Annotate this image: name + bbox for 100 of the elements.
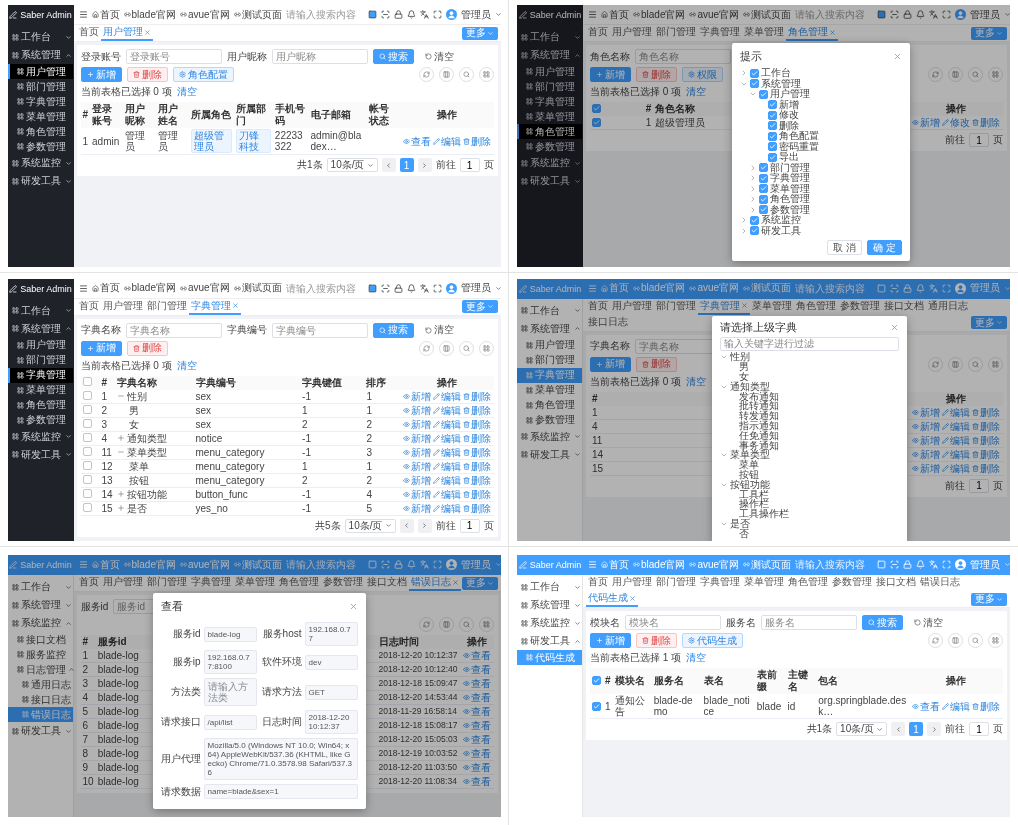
row-action-link[interactable]: 编辑 [432, 488, 461, 500]
nav-link[interactable]: 首页 [91, 281, 120, 295]
sidebar-item[interactable]: 角色管理 [517, 397, 582, 413]
tree-node[interactable]: 新增 [779, 99, 799, 110]
sidebar-item[interactable]: 参数管理 [517, 412, 582, 428]
sidebar-item[interactable]: 部门管理 [7, 79, 73, 94]
sidebar-item[interactable]: 参数管理 [517, 139, 582, 154]
nav-link[interactable]: 测试页面 [743, 7, 792, 22]
tree-node[interactable]: 角色管理 [770, 194, 810, 205]
delete-button[interactable]: 删除 [126, 67, 168, 82]
sidebar-item[interactable]: 系统监控 [7, 614, 73, 632]
nav-link[interactable]: avue官网 [689, 7, 740, 22]
tab[interactable]: 字典管理 [698, 575, 742, 591]
form-field[interactable]: Mozilla/5.0 (Windows NT 10.0; Win64; x64) AppleWebKit/537.36 (KHTML, like Gecko) Chrome/71.0.3578.98 Safari/537.36 [203, 738, 358, 780]
user-name[interactable]: 管理员 [970, 7, 1001, 22]
tab[interactable]: 错误日志 [408, 575, 461, 591]
sidebar-item[interactable]: 工作台 [7, 301, 73, 320]
delete-button[interactable]: 删除 [636, 356, 677, 372]
sidebar-item[interactable]: 角色管理 [517, 124, 582, 139]
tree-node[interactable]: 性别 [730, 352, 750, 363]
sidebar-item[interactable]: 系统监控 [7, 154, 73, 172]
tab[interactable]: 菜单管理 [750, 298, 794, 315]
row-action-link[interactable]: 编辑 [432, 135, 461, 147]
tree-node[interactable]: 用户管理 [770, 89, 810, 100]
clear-selection-link[interactable]: 清空 [176, 358, 197, 373]
sidebar-item[interactable]: 菜单管理 [517, 109, 582, 124]
row-action-link[interactable]: 查看 [462, 762, 491, 773]
tree-node[interactable]: 研发工具 [761, 225, 801, 236]
tab[interactable]: 字典管理 [188, 575, 233, 591]
page-field[interactable]: 1 [969, 722, 989, 736]
page-field[interactable]: 1 [459, 518, 480, 533]
tree-node[interactable]: 操作栏 [739, 499, 769, 510]
action-button[interactable]: 权限 [682, 67, 723, 82]
row-action-link[interactable]: 删除 [462, 488, 491, 500]
sidebar-item[interactable]: 部门管理 [517, 79, 582, 94]
tree-node[interactable]: 通知类型 [730, 381, 770, 392]
tab[interactable]: 首页 [76, 575, 101, 591]
row-action-link[interactable]: 删除 [462, 432, 491, 444]
nav-link[interactable]: blade官网 [123, 281, 176, 295]
sidebar-item[interactable]: 系统监控 [517, 427, 582, 446]
sidebar-item[interactable]: 研发工具 [7, 722, 73, 740]
filter-field[interactable]: 字典编号 [271, 322, 368, 338]
sidebar-item[interactable]: 接口文档 [7, 632, 73, 647]
tree-node[interactable]: 发布通知 [739, 391, 779, 402]
form-field[interactable]: 192.168.0.77 [304, 622, 358, 646]
row-action-link[interactable]: 新增 [402, 502, 431, 514]
tree-node[interactable]: 菜单管理 [770, 183, 810, 194]
tab[interactable]: 接口文档 [874, 575, 918, 591]
tab[interactable]: 部门管理 [654, 298, 698, 315]
sidebar-item[interactable]: 用户管理 [517, 64, 582, 79]
row-action-link[interactable]: 查看 [462, 734, 491, 745]
row-action-link[interactable]: 修改 [942, 117, 970, 128]
tab[interactable]: 字典管理 [698, 25, 742, 41]
form-field[interactable]: 2018-12-20 10:12:37 [304, 710, 358, 734]
form-field[interactable]: 请输入方法类 [203, 678, 257, 706]
form-field[interactable]: 192.168.0.77:8100 [203, 650, 257, 674]
clear-selection-link[interactable]: 清空 [176, 85, 197, 99]
row-action-link[interactable]: 删除 [972, 434, 1000, 446]
nav-link[interactable]: avue官网 [179, 7, 230, 22]
sidebar-item[interactable]: 菜单管理 [7, 382, 73, 398]
tree-node[interactable]: 系统管理 [761, 78, 801, 89]
tree-node[interactable]: 事务通知 [739, 440, 779, 451]
clear-selection-link[interactable]: 清空 [686, 85, 707, 99]
tree-node[interactable]: 女 [739, 372, 749, 382]
row-action-link[interactable]: 新增 [402, 404, 431, 416]
tree-node[interactable]: 菜单类型 [730, 450, 770, 461]
tab[interactable]: 菜单管理 [742, 25, 786, 41]
sidebar-item[interactable]: 日志管理 [7, 662, 73, 677]
user-name[interactable]: 管理员 [460, 281, 491, 295]
tab[interactable]: 用户管理 [610, 298, 654, 315]
page-size-select[interactable]: 10条/页 [326, 158, 378, 172]
page-size-select[interactable]: 10条/页 [836, 722, 887, 736]
sidebar-item[interactable]: 用户管理 [517, 337, 582, 353]
sidebar-item[interactable]: 通用日志 [7, 677, 73, 692]
row-action-link[interactable]: 新增 [402, 474, 431, 486]
row-action-link[interactable]: 删除 [462, 390, 491, 402]
tab[interactable]: 用户管理 [100, 25, 153, 41]
tab[interactable]: 部门管理 [654, 25, 698, 41]
tree-node[interactable]: 指示通知 [739, 421, 779, 431]
row-action-link[interactable]: 查看 [462, 678, 491, 689]
row-action-link[interactable]: 新增 [402, 432, 431, 444]
row-action-link[interactable]: 查看 [462, 706, 491, 717]
clear-selection-link[interactable]: 清空 [686, 651, 707, 665]
tab[interactable]: 角色管理 [794, 298, 838, 315]
row-action-link[interactable]: 新增 [402, 460, 431, 472]
filter-field[interactable]: 登录账号 [125, 49, 222, 64]
row-action-link[interactable]: 删除 [462, 135, 491, 147]
row-action-link[interactable]: 编辑 [432, 404, 461, 416]
row-action-link[interactable]: 删除 [462, 446, 491, 458]
cancel-button[interactable]: 取 消 [827, 240, 863, 255]
sidebar-item[interactable]: 研发工具 [517, 172, 582, 190]
tab[interactable]: 接口文档 [882, 298, 926, 315]
sidebar-item[interactable]: 研发工具 [517, 445, 582, 464]
sidebar-item[interactable]: 接口日志 [7, 692, 73, 707]
nav-link[interactable]: 首页 [601, 7, 629, 22]
sidebar-item[interactable]: 菜单管理 [517, 382, 582, 398]
user-name[interactable]: 管理员 [460, 7, 491, 22]
sidebar-item[interactable]: 工作台 [517, 28, 582, 46]
row-action-link[interactable]: 编辑 [432, 390, 461, 402]
row-action-link[interactable]: 查看 [462, 748, 491, 759]
